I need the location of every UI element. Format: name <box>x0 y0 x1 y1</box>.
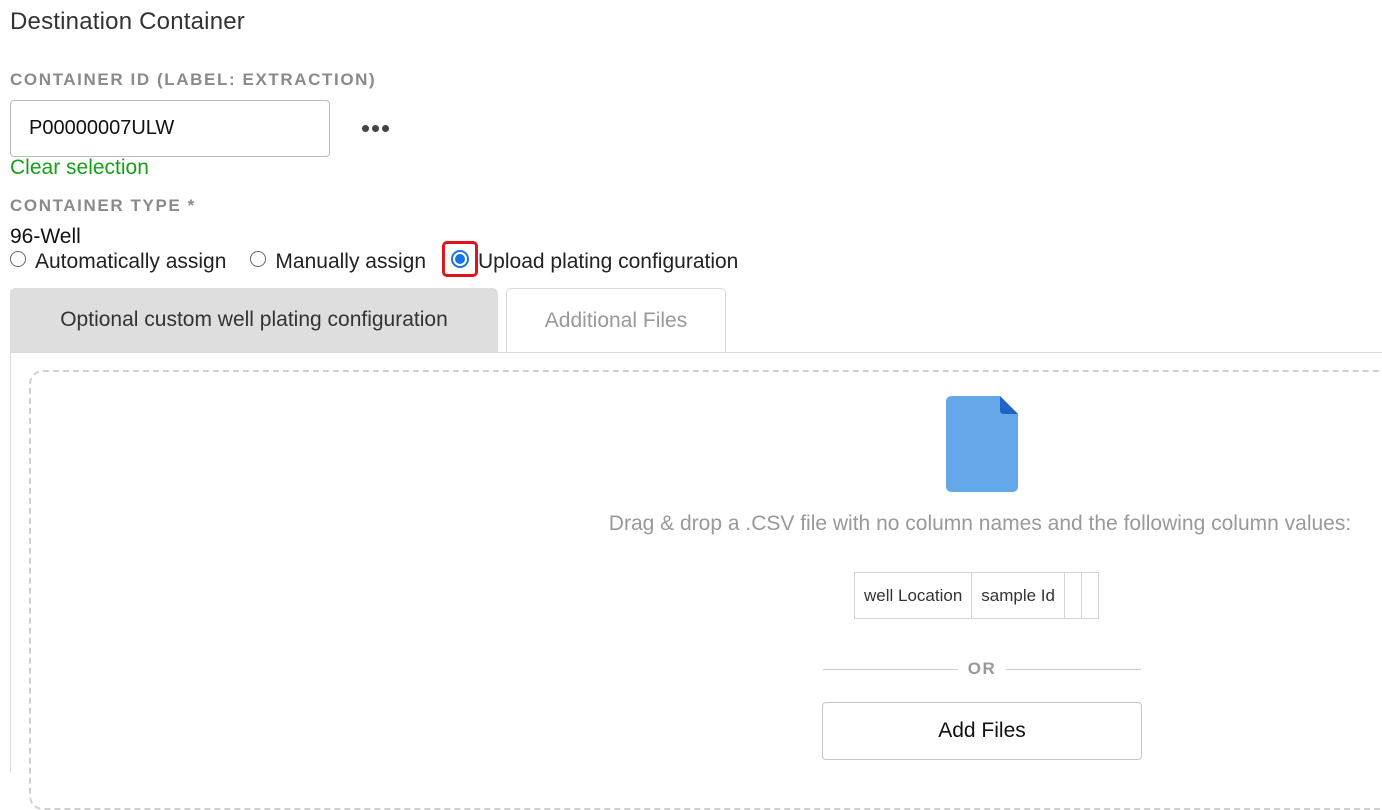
radio-label: Automatically assign <box>35 250 227 273</box>
more-horizontal-icon-dot <box>381 124 389 132</box>
dropzone-instructions: Drag & drop a .CSV file with no column n… <box>608 512 1352 535</box>
column-empty <box>1063 572 1082 619</box>
add-files-button[interactable]: Add Files <box>822 702 1142 760</box>
tab-panel-border-top <box>10 352 1382 353</box>
radio-automatically-assign[interactable]: Automatically assign <box>10 250 226 274</box>
radio-highlight-box <box>442 241 479 277</box>
container-id-label: CONTAINER ID (LABEL: EXTRACTION) <box>10 70 377 89</box>
more-options-button[interactable] <box>356 112 394 144</box>
radio-label: Upload plating configuration <box>478 250 739 273</box>
divider-line <box>1006 668 1141 670</box>
or-divider: OR <box>823 658 1141 680</box>
file-dropzone[interactable] <box>29 370 1382 810</box>
more-horizontal-icon <box>361 124 369 132</box>
clear-selection-link[interactable]: Clear selection <box>10 156 149 180</box>
file-icon <box>946 396 1018 492</box>
radio-upload-plating-configuration[interactable]: Upload plating configuration <box>442 241 739 280</box>
tab-custom-well-plating[interactable]: Optional custom well plating configurati… <box>10 288 498 352</box>
radio-manually-assign[interactable]: Manually assign <box>250 250 426 274</box>
container-id-input[interactable] <box>10 100 330 157</box>
container-type-label: CONTAINER TYPE * <box>10 196 196 215</box>
csv-columns-table: well Location sample Id <box>853 572 1099 619</box>
radio-label: Manually assign <box>275 250 427 273</box>
table-row: well Location sample Id <box>853 572 1099 619</box>
more-horizontal-icon-dot <box>371 124 379 132</box>
column-well-location: well Location <box>853 572 973 619</box>
radio-button-checked[interactable] <box>451 250 470 268</box>
column-empty <box>1080 572 1099 619</box>
radio-button-unchecked[interactable] <box>10 251 26 267</box>
tab-additional-files[interactable]: Additional Files <box>506 288 726 352</box>
radio-button-unchecked[interactable] <box>250 251 267 267</box>
destination-container-title: Destination Container <box>10 8 246 35</box>
assignment-radio-group: Automatically assign Manually assign Upl… <box>10 241 739 280</box>
column-sample-id: sample Id <box>971 572 1065 619</box>
divider-line <box>823 668 958 670</box>
tab-panel-border-left <box>10 352 11 772</box>
or-label: OR <box>967 659 997 678</box>
